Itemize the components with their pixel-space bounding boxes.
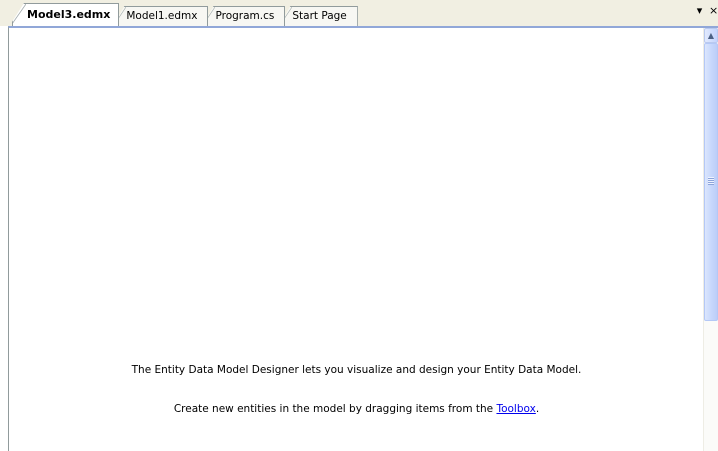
- designer-canvas[interactable]: The Entity Data Model Designer lets you …: [9, 28, 704, 451]
- designer-info-message: The Entity Data Model Designer lets you …: [131, 364, 582, 376]
- hint-suffix: .: [535, 403, 540, 415]
- designer-document-area: The Entity Data Model Designer lets you …: [8, 26, 718, 451]
- hint-prefix: Create new entities in the model by drag…: [173, 403, 497, 415]
- document-tabs: Model3.edmx Model1.edmx Program.cs Start…: [12, 3, 358, 26]
- tab-model3-edmx[interactable]: Model3.edmx: [12, 3, 120, 26]
- designer-hint-message: Create new entities in the model by drag…: [9, 403, 704, 415]
- document-tab-strip: Model3.edmx Model1.edmx Program.cs Start…: [0, 0, 718, 26]
- editor-window: Model3.edmx Model1.edmx Program.cs Start…: [0, 0, 718, 451]
- scrollbar-grip: [708, 177, 714, 185]
- toolbox-link[interactable]: Toolbox: [496, 403, 535, 415]
- tab-start-page[interactable]: Start Page: [282, 6, 358, 26]
- tab-program-cs[interactable]: Program.cs: [205, 6, 286, 26]
- scroll-up-arrow-icon[interactable]: ▲: [704, 28, 718, 43]
- vertical-scrollbar[interactable]: ▲: [703, 28, 718, 451]
- chevron-down-icon[interactable]: ▾: [695, 5, 704, 17]
- close-icon[interactable]: ×: [709, 5, 718, 17]
- scrollbar-thumb[interactable]: [704, 43, 718, 321]
- tab-strip-controls: ▾ ×: [695, 5, 718, 17]
- tab-model1-edmx[interactable]: Model1.edmx: [116, 6, 209, 26]
